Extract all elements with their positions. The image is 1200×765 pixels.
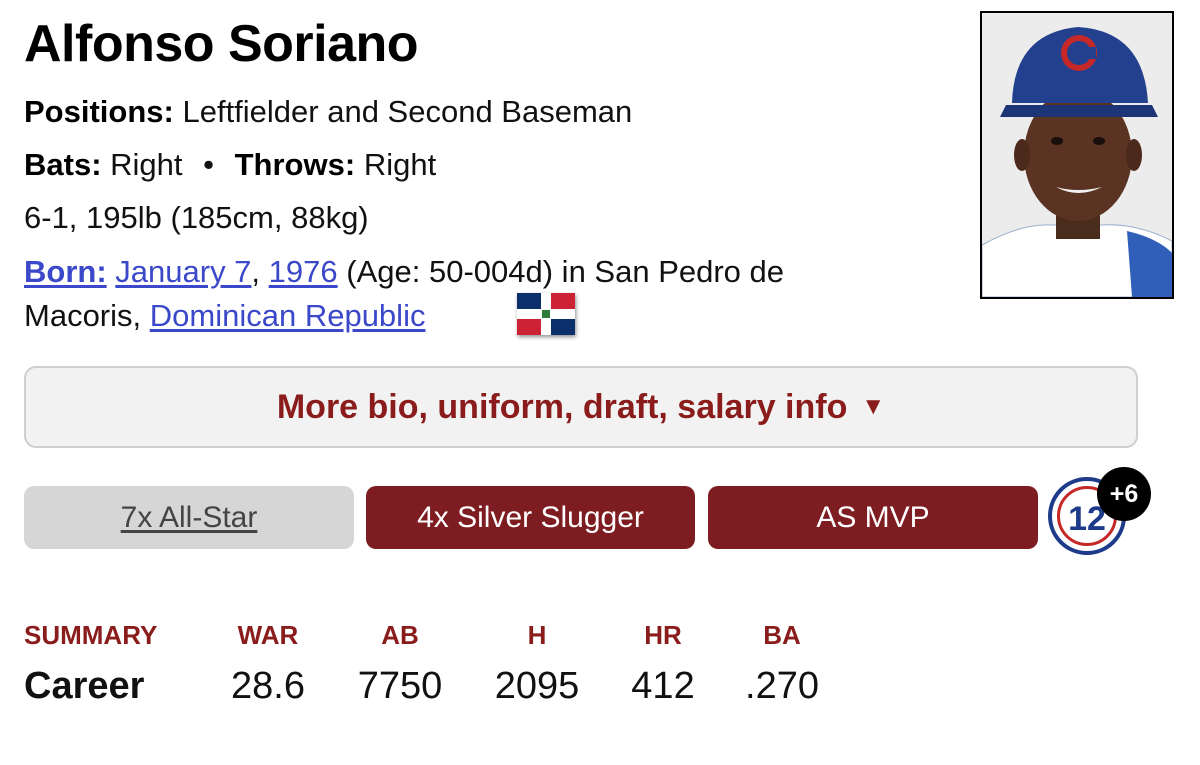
positions-label: Positions:: [24, 94, 174, 129]
career-war: 28.6: [231, 665, 305, 707]
dominican-republic-flag-icon: [517, 293, 575, 335]
birth-country-link[interactable]: Dominican Republic: [150, 298, 426, 333]
career-ab: 7750: [357, 665, 443, 707]
born-link[interactable]: Born:: [24, 254, 107, 289]
birthplace-line: Macoris, Dominican Republic: [24, 298, 425, 334]
separator-dot: •: [203, 147, 214, 182]
award-as-mvp[interactable]: AS MVP: [708, 486, 1038, 549]
career-row-label: Career: [24, 665, 145, 707]
stat-header-ab: AB: [381, 620, 419, 650]
stat-header-war: WAR: [237, 620, 299, 650]
birth-year-link[interactable]: 1976: [269, 254, 338, 289]
birthplace-city: Macoris,: [24, 298, 142, 333]
born-line: Born: January 7, 1976 (Age: 50-004d) in …: [24, 254, 784, 290]
height-weight: 6-1, 195lb (185cm, 88kg): [24, 200, 369, 235]
stat-header-hr: HR: [644, 620, 682, 650]
positions-line: Positions: Leftfielder and Second Basema…: [24, 94, 632, 130]
player-photo-icon: [982, 13, 1172, 297]
more-uniforms-badge[interactable]: +6: [1097, 467, 1151, 521]
stat-header-h: H: [527, 620, 547, 650]
stat-header-ba: BA: [763, 620, 801, 650]
award-silver-slugger[interactable]: 4x Silver Slugger: [366, 486, 695, 549]
bats-throws-line: Bats: Right • Throws: Right: [24, 147, 436, 183]
dropdown-arrow-icon: ▼: [861, 393, 886, 420]
award-all-star-link[interactable]: 7x All-Star: [24, 486, 354, 549]
throws-label: Throws:: [234, 147, 356, 182]
positions-value: Leftfielder and Second Baseman: [182, 94, 633, 129]
bats-label: Bats:: [24, 147, 102, 182]
birth-date-link[interactable]: January 7: [115, 254, 251, 289]
more-info-label: More bio, uniform, draft, salary info: [276, 387, 848, 426]
player-headshot: [980, 11, 1174, 299]
career-ba: .270: [745, 665, 819, 707]
age-text: (Age: 50-004d) in San Pedro de: [346, 254, 785, 289]
stat-header-summary: SUMMARY: [24, 620, 158, 650]
more-info-button[interactable]: More bio, uniform, draft, salary info ▼: [24, 366, 1138, 448]
player-name: Alfonso Soriano: [24, 15, 419, 73]
career-h: 2095: [494, 665, 580, 707]
throws-value: Right: [363, 147, 437, 182]
bats-value: Right: [110, 147, 183, 182]
date-comma: ,: [251, 254, 261, 289]
